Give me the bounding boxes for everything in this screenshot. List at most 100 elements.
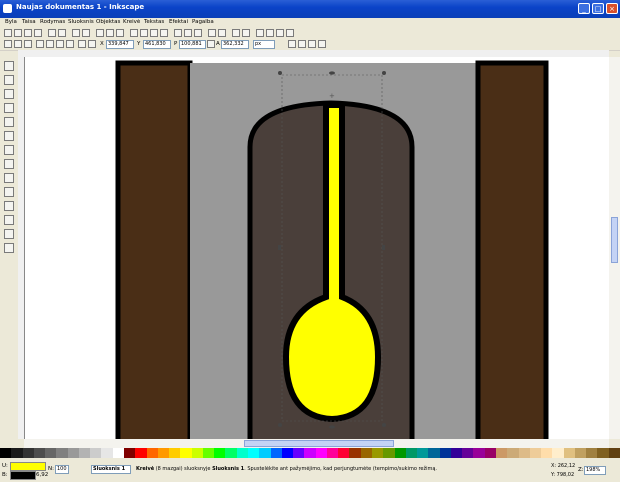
x-input[interactable]: 339,847 [106,40,134,49]
opacity-input[interactable]: 100 [55,465,69,474]
palette-swatch[interactable] [11,448,24,458]
menu-byla[interactable]: Byla [5,19,17,25]
scale-stroke-icon[interactable] [288,40,296,48]
palette-swatch[interactable] [202,448,215,458]
handle-right[interactable] [382,245,385,250]
duplicate-icon[interactable] [174,29,182,37]
open-icon[interactable] [14,29,22,37]
palette-swatch[interactable] [191,448,204,458]
palette-swatch[interactable] [248,448,260,458]
raise-to-top-icon[interactable] [78,40,86,48]
unlink-clone-icon[interactable] [194,29,202,37]
palette-swatch[interactable] [360,448,373,458]
palette-swatch[interactable] [462,448,474,458]
palette-swatch[interactable] [394,448,407,458]
clone-icon[interactable] [184,29,192,37]
palette-swatch[interactable] [214,448,226,458]
undo-icon[interactable] [72,29,80,37]
palette-swatch[interactable] [372,448,384,458]
fill-stroke-icon[interactable] [232,29,240,37]
select-all-icon[interactable] [4,40,12,48]
layer-select[interactable]: Sluoksnis 1 [91,465,131,474]
menu-kreive[interactable]: Kreivė [123,19,140,25]
zoom-page-icon[interactable] [150,29,158,37]
palette-swatch[interactable] [315,448,328,458]
palette-swatch[interactable] [90,448,102,458]
menu-sluoksnis[interactable]: Sluoksnis [68,19,94,25]
document-properties-icon[interactable] [286,29,294,37]
select-all-layers-icon[interactable] [14,40,22,48]
close-button[interactable]: × [606,3,618,14]
drawing-canvas[interactable]: + [18,57,609,439]
deselect-icon[interactable] [24,40,32,48]
calligraphy-tool-icon[interactable] [4,187,14,197]
palette-swatch[interactable] [383,448,396,458]
fill-swatch[interactable] [10,462,46,471]
vertical-scroll-thumb[interactable] [611,217,618,263]
menu-taisa[interactable]: Taisa [22,19,36,25]
scale-corners-icon[interactable] [298,40,306,48]
minimize-button[interactable]: _ [578,3,590,14]
preferences-icon[interactable] [276,29,284,37]
palette-swatch[interactable] [112,448,125,458]
palette-swatch[interactable] [349,448,362,458]
palette-swatch[interactable] [22,448,35,458]
redo-icon[interactable] [82,29,90,37]
palette-swatch[interactable] [484,448,497,458]
export-icon[interactable] [58,29,66,37]
menu-tekstas[interactable]: Tekstas [144,19,164,25]
palette-swatch[interactable] [225,448,238,458]
rotate-cw-icon[interactable] [46,40,54,48]
maximize-button[interactable]: □ [592,3,604,14]
menu-objektas[interactable]: Objektas [96,19,120,25]
palette-swatch[interactable] [124,448,136,458]
xml-editor-icon[interactable] [256,29,264,37]
stroke-swatch[interactable] [10,471,36,480]
star-tool-icon[interactable] [4,131,14,141]
right-brown-plank[interactable] [475,60,549,439]
menu-pagalba[interactable]: Pagalba [192,19,214,25]
dropper-tool-icon[interactable] [4,243,14,253]
left-brown-plank[interactable] [115,60,193,439]
palette-swatch[interactable] [450,448,463,458]
zoom-drawing-icon[interactable] [140,29,148,37]
handle-left[interactable] [278,245,281,250]
zoom-width-icon[interactable] [160,29,168,37]
palette-swatch[interactable] [473,448,486,458]
palette-swatch[interactable] [563,448,576,458]
handle-top-right[interactable] [382,71,386,75]
cut-icon[interactable] [106,29,114,37]
handle-bottom[interactable] [329,425,335,429]
menu-rodymas[interactable]: Rodymas [40,19,65,25]
palette-swatch[interactable] [135,448,148,458]
flip-horizontal-icon[interactable] [56,40,64,48]
palette-swatch[interactable] [338,448,350,458]
palette-swatch[interactable] [56,448,69,458]
palette-swatch[interactable] [608,448,620,458]
palette-swatch[interactable] [496,448,508,458]
palette-swatch[interactable] [293,448,305,458]
palette-swatch[interactable] [597,448,610,458]
lock-ratio-icon[interactable] [207,40,215,48]
handle-bottom-right[interactable] [382,423,386,427]
menu-efektai[interactable]: Efektai [169,19,188,25]
rotate-ccw-icon[interactable] [36,40,44,48]
ellipse-tool-icon[interactable] [4,117,14,127]
palette-swatch[interactable] [78,448,91,458]
palette-swatch[interactable] [45,448,57,458]
group-icon[interactable] [208,29,216,37]
import-icon[interactable] [48,29,56,37]
text-font-icon[interactable] [242,29,250,37]
pencil-tool-icon[interactable] [4,159,14,169]
flip-vertical-icon[interactable] [66,40,74,48]
save-icon[interactable] [24,29,32,37]
palette-swatch[interactable] [541,448,553,458]
palette-swatch[interactable] [270,448,283,458]
align-distribute-icon[interactable] [266,29,274,37]
palette-swatch[interactable] [574,448,587,458]
palette-swatch[interactable] [507,448,520,458]
palette-swatch[interactable] [281,448,294,458]
vertical-ruler[interactable] [18,57,25,439]
zoom-tool-icon[interactable] [4,89,14,99]
unit-select[interactable]: px [253,40,275,49]
